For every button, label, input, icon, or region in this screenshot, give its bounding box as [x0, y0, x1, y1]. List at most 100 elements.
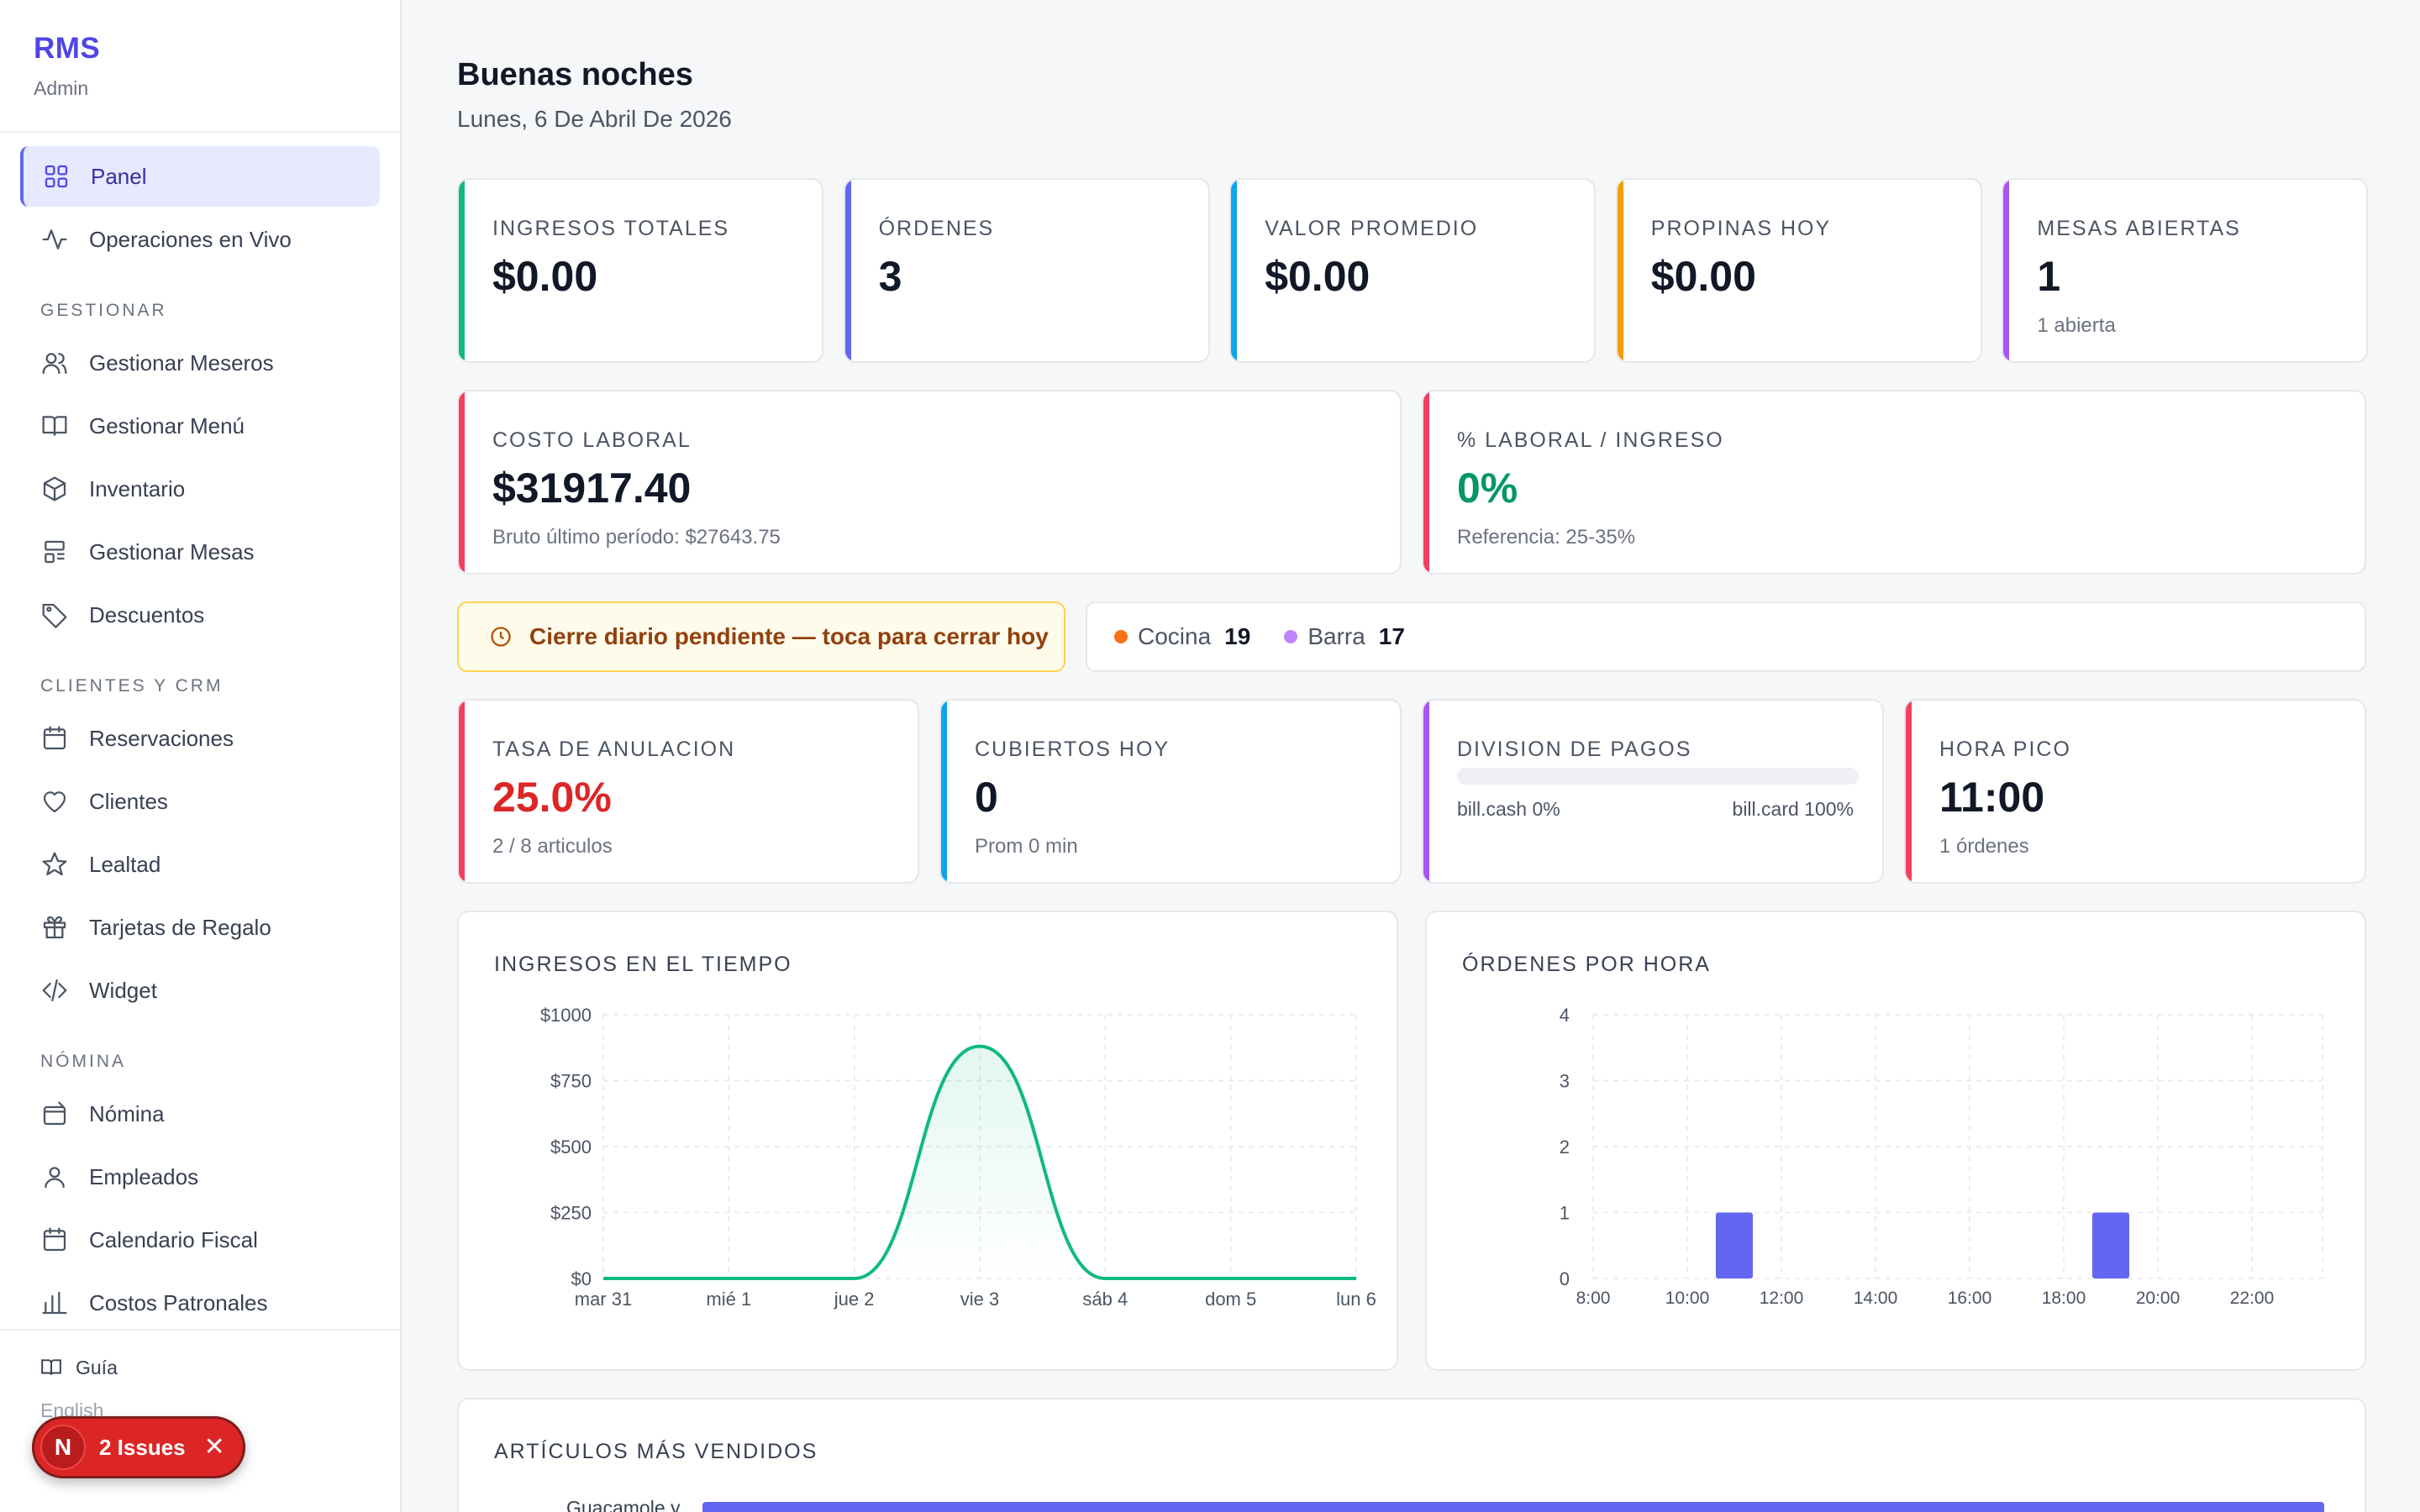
x-tick-label: sáb 4	[1082, 1289, 1128, 1310]
kpi-value: $0.00	[1265, 253, 1370, 300]
sidebar-item-operaciones-en-vivo[interactable]: Operaciones en Vivo	[20, 209, 380, 270]
card-accent-bar	[1617, 180, 1623, 361]
card-split-label: bill.card 100%	[1732, 798, 1854, 820]
top-items-title: ARTÍCULOS MÁS VENDIDOS	[494, 1440, 818, 1463]
cash-split-label: bill.cash 0%	[1457, 798, 1560, 820]
close-icon[interactable]: ✕	[204, 1435, 225, 1460]
nextjs-logo-icon: N	[40, 1425, 86, 1470]
sidebar-item-calendario-fiscal[interactable]: Calendario Fiscal	[20, 1210, 380, 1270]
calendar-icon	[40, 724, 69, 753]
kpi-card: INGRESOS TOTALES $0.00	[457, 178, 823, 363]
sidebar-item-label: Descuentos	[89, 601, 205, 627]
brand: RMS Admin	[0, 0, 400, 133]
sidebar-item-panel[interactable]: Panel	[20, 146, 380, 207]
x-tick-label: 12:00	[1760, 1289, 1804, 1308]
users-icon	[40, 349, 69, 377]
sidebar-item-label: Costos Patronales	[89, 1289, 268, 1315]
y-tick-label: $750	[550, 1071, 592, 1092]
sidebar-item-gestionar-menú[interactable]: Gestionar Menú	[20, 396, 380, 456]
sidebar-item-label: Clientes	[89, 788, 168, 814]
x-tick-label: 20:00	[2136, 1289, 2181, 1308]
daily-close-alert[interactable]: Cierre diario pendiente — toca para cerr…	[457, 601, 1065, 672]
card-accent-bar	[459, 701, 465, 882]
sidebar-section-title: GESTIONAR	[40, 301, 167, 320]
top-item-label: Guacamole y	[566, 1497, 681, 1512]
x-tick-label: 14:00	[1854, 1289, 1898, 1308]
x-tick-label: mié 1	[706, 1289, 751, 1310]
sidebar-item-inventario[interactable]: Inventario	[20, 459, 380, 519]
sidebar-item-label: Gestionar Mesas	[89, 538, 255, 564]
sidebar-item-clientes[interactable]: Clientes	[20, 771, 380, 832]
y-tick-label: $250	[550, 1203, 592, 1224]
sidebar-item-gestionar-mesas[interactable]: Gestionar Mesas	[20, 522, 380, 582]
station-counts: Cocina 19 Barra 17	[1086, 601, 2366, 672]
y-tick-label: 1	[1560, 1203, 1570, 1224]
x-tick-label: jue 2	[834, 1289, 875, 1310]
sidebar-item-descuentos[interactable]: Descuentos	[20, 585, 380, 645]
kpi-value: 0%	[1457, 465, 1518, 512]
kpi-card: ÓRDENES 3	[843, 178, 1210, 363]
issues-badge[interactable]: N 2 Issues ✕	[32, 1416, 245, 1478]
kpi-card: PROPINAS HOY $0.00	[1615, 178, 1982, 363]
star-icon	[40, 850, 69, 879]
sidebar-item-label: Empleados	[89, 1163, 199, 1189]
card-accent-bar	[1231, 180, 1238, 361]
x-tick-label: 10:00	[1665, 1289, 1710, 1308]
revenue-chart-card: INGRESOS EN EL TIEMPO $0 $250 $500 $750 $100…	[457, 911, 1398, 1371]
guide-link[interactable]: Guía	[40, 1352, 360, 1383]
grid-icon	[42, 162, 71, 191]
kpi-subtext: 1 órdenes	[1939, 835, 2029, 858]
x-tick-label: 16:00	[1948, 1289, 1992, 1308]
sidebar-item-lealtad[interactable]: Lealtad	[20, 834, 380, 895]
sidebar-item-gestionar-meseros[interactable]: Gestionar Meseros	[20, 333, 380, 393]
alert-text: Cierre diario pendiente — toca para cerr…	[529, 623, 1049, 649]
clock-icon	[491, 627, 511, 647]
sidebar-item-nómina[interactable]: Nómina	[20, 1084, 380, 1144]
y-tick-label: 0	[1560, 1268, 1570, 1289]
kpi-value: 25.0%	[492, 774, 612, 821]
sidebar-item-reservaciones[interactable]: Reservaciones	[20, 708, 380, 769]
sidebar-item-tarjetas-de-regalo[interactable]: Tarjetas de Regalo	[20, 897, 380, 958]
card-accent-bar	[1423, 701, 1429, 882]
sidebar-item-label: Nómina	[89, 1100, 165, 1126]
kpi-value: $0.00	[1650, 253, 1756, 300]
sidebar-item-label: Gestionar Meseros	[89, 349, 274, 375]
user-role: Admin	[34, 77, 89, 99]
y-tick-label: 4	[1560, 1005, 1570, 1026]
y-tick-label: 3	[1560, 1071, 1570, 1092]
sidebar-item-widget[interactable]: Widget	[20, 960, 380, 1021]
kpi-value: 11:00	[1939, 774, 2045, 821]
sidebar-item-costos-patronales[interactable]: Costos Patronales	[20, 1273, 380, 1333]
card-accent-bar	[2003, 180, 2010, 361]
kpi-label: HORA PICO	[1939, 738, 2071, 761]
kpi-card: HORA PICO 11:00 1 órdenes	[1904, 699, 2366, 884]
y-tick-label: $0	[571, 1268, 592, 1289]
orders-by-hour-chart: 0 1 2 3 4 8:00 10:00 12:00 14:00 16:00 18:00 20:00 2…	[1560, 1005, 2323, 1308]
brand-name[interactable]: RMS	[34, 32, 366, 66]
sidebar: RMS Admin Panel Operaciones en Vivo GESTIO…	[0, 0, 402, 1512]
sidebar-section-title: CLIENTES Y CRM	[40, 676, 224, 696]
kpi-value: 0	[975, 774, 998, 821]
x-tick-label: lun 6	[1336, 1289, 1376, 1310]
x-tick-label: vie 3	[960, 1289, 999, 1310]
kpi-subtext: Prom 0 min	[975, 835, 1078, 858]
card-accent-bar	[941, 701, 947, 882]
station-count: 17	[1378, 623, 1405, 649]
code-icon	[40, 976, 69, 1005]
guide-label: Guía	[76, 1356, 118, 1378]
sidebar-item-label: Operaciones en Vivo	[89, 226, 292, 252]
sidebar-item-empleados[interactable]: Empleados	[20, 1147, 380, 1207]
activity-icon	[40, 225, 69, 254]
kpi-label: CUBIERTOS HOY	[975, 738, 1171, 761]
sidebar-item-label: Panel	[91, 163, 147, 189]
station-name: Cocina	[1138, 623, 1212, 649]
kpi-value: $31917.40	[492, 465, 692, 512]
kpi-subtext: Bruto último período: $27643.75	[492, 526, 781, 549]
calendar-icon	[40, 1226, 69, 1254]
x-tick-label: 8:00	[1576, 1289, 1611, 1308]
kpi-value: 1	[2037, 253, 2061, 300]
payment-split-bar	[1457, 768, 1859, 785]
book-open-icon	[40, 412, 69, 440]
kpi-label: MESAS ABIERTAS	[2037, 217, 2241, 240]
kpi-card: COSTO LABORAL $31917.40 Bruto último perío…	[457, 390, 1402, 575]
